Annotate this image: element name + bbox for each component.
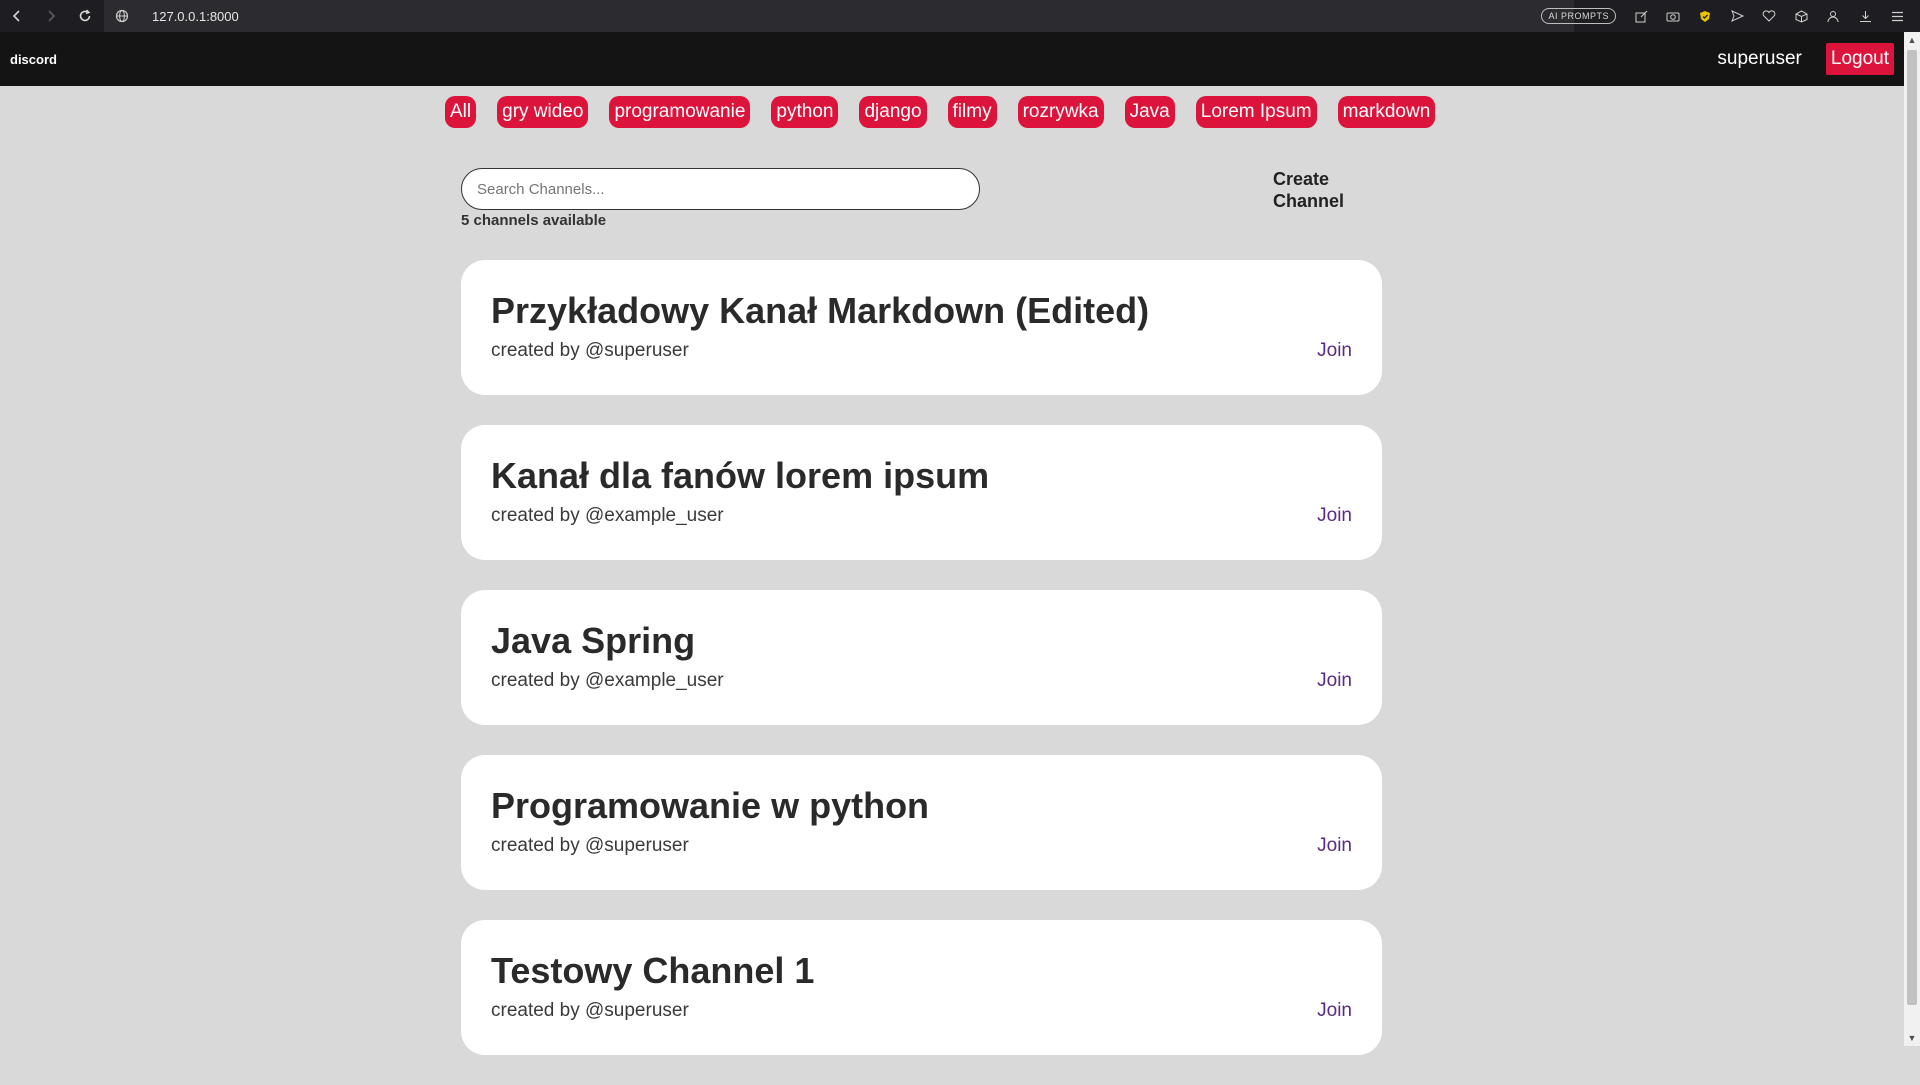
channel-card: Java Spring created by @example_user Joi… xyxy=(461,590,1382,725)
search-input[interactable] xyxy=(461,168,980,210)
channel-title[interactable]: Programowanie w python xyxy=(491,785,1352,827)
back-icon[interactable] xyxy=(0,0,34,32)
edit-icon[interactable] xyxy=(1628,0,1654,32)
channel-card: Kanał dla fanów lorem ipsum created by @… xyxy=(461,425,1382,560)
scroll-up-icon[interactable]: ▲ xyxy=(1904,32,1920,48)
channel-card: Przykładowy Kanał Markdown (Edited) crea… xyxy=(461,260,1382,395)
browser-toolbar: 127.0.0.1:8000 AI PROMPTS xyxy=(0,0,1920,32)
topic-pill-programowanie[interactable]: programowanie xyxy=(609,96,751,128)
join-link[interactable]: Join xyxy=(1317,505,1352,527)
channel-creator: created by @example_user xyxy=(491,670,724,691)
send-icon[interactable] xyxy=(1724,0,1750,32)
username[interactable]: superuser xyxy=(1717,48,1802,70)
join-link[interactable]: Join xyxy=(1317,340,1352,362)
channel-creator: created by @example_user xyxy=(491,505,724,526)
channel-card: Programowanie w python created by @super… xyxy=(461,755,1382,890)
join-link[interactable]: Join xyxy=(1317,1000,1352,1022)
channel-count: 5 channels available xyxy=(461,212,607,229)
globe-icon xyxy=(104,9,140,23)
user-area: superuser Logout xyxy=(1717,43,1894,75)
channel-title[interactable]: Testowy Channel 1 xyxy=(491,950,1352,992)
topic-pill-markdown[interactable]: markdown xyxy=(1337,96,1436,128)
topic-filter-list: All gry wideo programowanie python djang… xyxy=(445,96,1436,128)
join-link[interactable]: Join xyxy=(1317,670,1352,692)
topic-pill-gry-wideo[interactable]: gry wideo xyxy=(497,96,589,128)
scroll-down-icon[interactable]: ▼ xyxy=(1904,1030,1920,1046)
extensions-area: AI PROMPTS xyxy=(1541,0,1920,32)
url-text: 127.0.0.1:8000 xyxy=(152,8,239,24)
menu-icon[interactable] xyxy=(1884,0,1910,32)
channel-creator: created by @superuser xyxy=(491,835,689,856)
channel-creator: created by @superuser xyxy=(491,1000,689,1021)
page-scrollbar[interactable]: ▲ ▼ xyxy=(1904,32,1920,1046)
forward-icon[interactable] xyxy=(34,0,68,32)
download-icon[interactable] xyxy=(1852,0,1878,32)
topic-pill-filmy[interactable]: filmy xyxy=(947,96,997,128)
logo[interactable]: discord xyxy=(10,52,57,67)
topic-pill-java[interactable]: Java xyxy=(1124,96,1175,128)
heart-icon[interactable] xyxy=(1756,0,1782,32)
channel-list: Przykładowy Kanał Markdown (Edited) crea… xyxy=(461,260,1382,1085)
topic-pill-lorem-ipsum[interactable]: Lorem Ipsum xyxy=(1195,96,1317,128)
scroll-thumb[interactable] xyxy=(1907,50,1917,1005)
channel-title[interactable]: Przykładowy Kanał Markdown (Edited) xyxy=(491,290,1352,332)
topic-pill-python[interactable]: python xyxy=(771,96,839,128)
logout-button[interactable]: Logout xyxy=(1825,43,1894,75)
topic-pill-all[interactable]: All xyxy=(445,96,477,128)
channel-creator: created by @superuser xyxy=(491,340,689,361)
topic-pill-django[interactable]: django xyxy=(859,96,927,128)
profile-icon[interactable] xyxy=(1820,0,1846,32)
channel-title[interactable]: Kanał dla fanów lorem ipsum xyxy=(491,455,1352,497)
app-header: discord superuser Logout xyxy=(0,32,1904,86)
cube-icon[interactable] xyxy=(1788,0,1814,32)
channel-card: Testowy Channel 1 created by @superuser … xyxy=(461,920,1382,1055)
shield-icon[interactable] xyxy=(1692,0,1718,32)
camera-icon[interactable] xyxy=(1660,0,1686,32)
reload-icon[interactable] xyxy=(68,0,102,32)
ai-prompts-badge[interactable]: AI PROMPTS xyxy=(1541,8,1616,24)
create-channel-link[interactable]: Create Channel xyxy=(1273,168,1363,212)
join-link[interactable]: Join xyxy=(1317,835,1352,857)
address-bar[interactable]: 127.0.0.1:8000 xyxy=(104,0,1574,32)
topic-pill-rozrywka[interactable]: rozrywka xyxy=(1017,96,1104,128)
channel-title[interactable]: Java Spring xyxy=(491,620,1352,662)
